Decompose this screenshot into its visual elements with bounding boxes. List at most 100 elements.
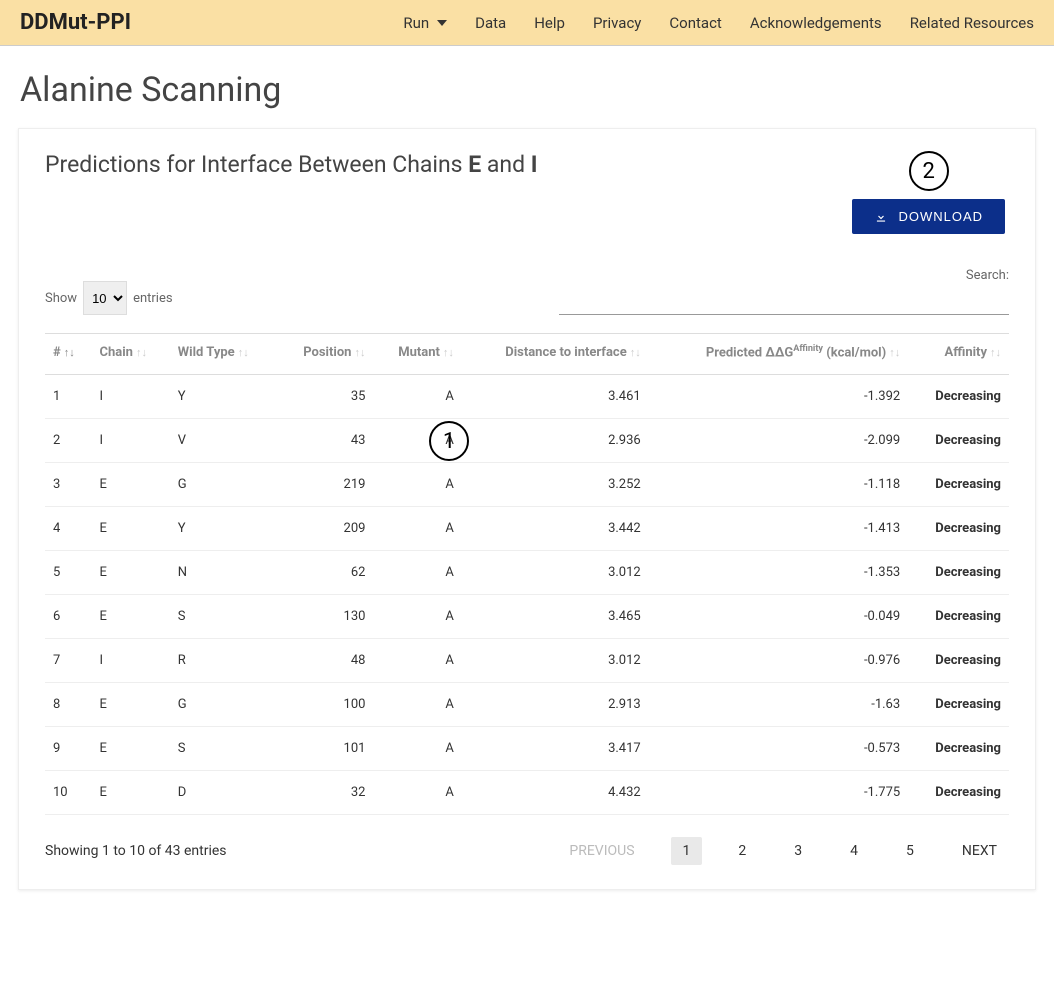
cell-wildtype: S [170, 595, 277, 639]
cell-num: 5 [45, 551, 92, 595]
cell-mutant: A [373, 683, 461, 727]
cell-position: 209 [277, 507, 373, 551]
cell-wildtype: Y [170, 507, 277, 551]
table-row: 8EG100A2.913-1.63Decreasing [45, 683, 1009, 727]
cell-distance: 3.012 [462, 639, 649, 683]
table-row: 3EG219A3.252-1.118Decreasing [45, 463, 1009, 507]
nav-related-resources[interactable]: Related Resources [910, 14, 1034, 32]
cell-wildtype: G [170, 463, 277, 507]
col-ddg-pre: Predicted ΔΔG [706, 345, 793, 360]
cell-mutant: A [373, 595, 461, 639]
card-header: Predictions for Interface Between Chains… [45, 151, 1009, 234]
page-title: Alanine Scanning [20, 70, 1034, 110]
cell-affinity: Decreasing [908, 683, 1009, 727]
download-button[interactable]: DOWNLOAD [852, 199, 1005, 234]
cell-affinity: Decreasing [908, 551, 1009, 595]
col-wildtype[interactable]: Wild Type↑↓ [170, 334, 277, 375]
cell-affinity: Decreasing [908, 771, 1009, 815]
page-5[interactable]: 5 [894, 837, 926, 865]
cell-num: 1 [45, 375, 92, 419]
table-body: 1IY35A3.461-1.392Decreasing2IV43A2.936-2… [45, 375, 1009, 815]
col-mutant[interactable]: Mutant↑↓ [373, 334, 461, 375]
nav-privacy[interactable]: Privacy [593, 14, 641, 32]
cell-chain: I [92, 639, 170, 683]
table-row: 1IY35A3.461-1.392Decreasing [45, 375, 1009, 419]
cell-position: 130 [277, 595, 373, 639]
page-previous[interactable]: PREVIOUS [557, 837, 646, 865]
brand[interactable]: DDMut-PPI [20, 10, 131, 35]
page-next[interactable]: NEXT [950, 837, 1009, 865]
cell-distance: 2.936 [462, 419, 649, 463]
show-entries: Show 10 entries [45, 281, 173, 315]
col-mut-label: Mutant [398, 345, 440, 360]
page-3[interactable]: 3 [782, 837, 814, 865]
col-position[interactable]: Position↑↓ [277, 334, 373, 375]
table-row: 6ES130A3.465-0.049Decreasing [45, 595, 1009, 639]
nav-links: Run Data Help Privacy Contact Acknowledg… [403, 14, 1034, 32]
col-distance[interactable]: Distance to interface ↑↓ [462, 334, 649, 375]
page-4[interactable]: 4 [838, 837, 870, 865]
col-dist-label: Distance to interface [505, 345, 626, 360]
cell-position: 32 [277, 771, 373, 815]
cell-position: 62 [277, 551, 373, 595]
cell-distance: 3.461 [462, 375, 649, 419]
sort-icon: ↑↓ [630, 346, 641, 359]
table-row: 7IR48A3.012-0.976Decreasing [45, 639, 1009, 683]
table-row: 4EY209A3.442-1.413Decreasing [45, 507, 1009, 551]
col-ddg-unit: (kcal/mol) [823, 345, 886, 360]
cell-ddg: -0.976 [649, 639, 908, 683]
chain-b: I [531, 151, 538, 178]
page-size-select[interactable]: 10 [83, 281, 127, 315]
cell-chain: E [92, 727, 170, 771]
col-ddg[interactable]: Predicted ΔΔGAffinity (kcal/mol)↑↓ [649, 334, 908, 375]
col-chain[interactable]: Chain↑↓ [92, 334, 170, 375]
nav-contact[interactable]: Contact [669, 14, 721, 32]
cell-wildtype: D [170, 771, 277, 815]
table-row: 2IV43A2.936-2.099Decreasing [45, 419, 1009, 463]
nav-data[interactable]: Data [475, 14, 506, 32]
cell-ddg: -1.413 [649, 507, 908, 551]
search-label: Search: [966, 268, 1009, 283]
cell-mutant: A [373, 771, 461, 815]
nav-acknowledgements[interactable]: Acknowledgements [750, 14, 882, 32]
col-num[interactable]: #↑↓ [45, 334, 92, 375]
cell-ddg: -1.392 [649, 375, 908, 419]
cell-ddg: -1.63 [649, 683, 908, 727]
cell-wildtype: N [170, 551, 277, 595]
col-affinity[interactable]: Affinity↑↓ [908, 334, 1009, 375]
cell-position: 48 [277, 639, 373, 683]
results-card: Predictions for Interface Between Chains… [18, 128, 1036, 890]
cell-affinity: Decreasing [908, 639, 1009, 683]
cell-mutant: A [373, 639, 461, 683]
cell-num: 7 [45, 639, 92, 683]
download-icon [874, 210, 888, 224]
cell-chain: E [92, 463, 170, 507]
entries-info: Showing 1 to 10 of 43 entries [45, 843, 227, 859]
search-input[interactable] [559, 291, 1009, 315]
cell-num: 4 [45, 507, 92, 551]
cell-mutant: A [373, 551, 461, 595]
navbar: DDMut-PPI Run Data Help Privacy Contact … [0, 0, 1054, 46]
page-2[interactable]: 2 [726, 837, 758, 865]
nav-run[interactable]: Run [403, 14, 447, 32]
col-num-label: # [53, 345, 61, 360]
sort-icon: ↑↓ [443, 346, 454, 359]
page-1[interactable]: 1 [671, 837, 703, 865]
sort-icon: ↑↓ [990, 346, 1001, 359]
cell-wildtype: S [170, 727, 277, 771]
annotation-marker-1: 1 [429, 421, 469, 461]
cell-affinity: Decreasing [908, 595, 1009, 639]
nav-help[interactable]: Help [534, 14, 565, 32]
pagination: PREVIOUS 12345 NEXT [557, 837, 1009, 865]
cell-ddg: -1.353 [649, 551, 908, 595]
show-label: Show [45, 291, 77, 306]
cell-ddg: -0.049 [649, 595, 908, 639]
cell-wildtype: Y [170, 375, 277, 419]
cell-distance: 3.012 [462, 551, 649, 595]
cell-distance: 4.432 [462, 771, 649, 815]
sort-icon: ↑↓ [136, 346, 147, 359]
cell-chain: E [92, 595, 170, 639]
card-title: Predictions for Interface Between Chains… [45, 151, 538, 178]
search-area: Search: [559, 268, 1009, 315]
col-wt-label: Wild Type [178, 345, 235, 360]
